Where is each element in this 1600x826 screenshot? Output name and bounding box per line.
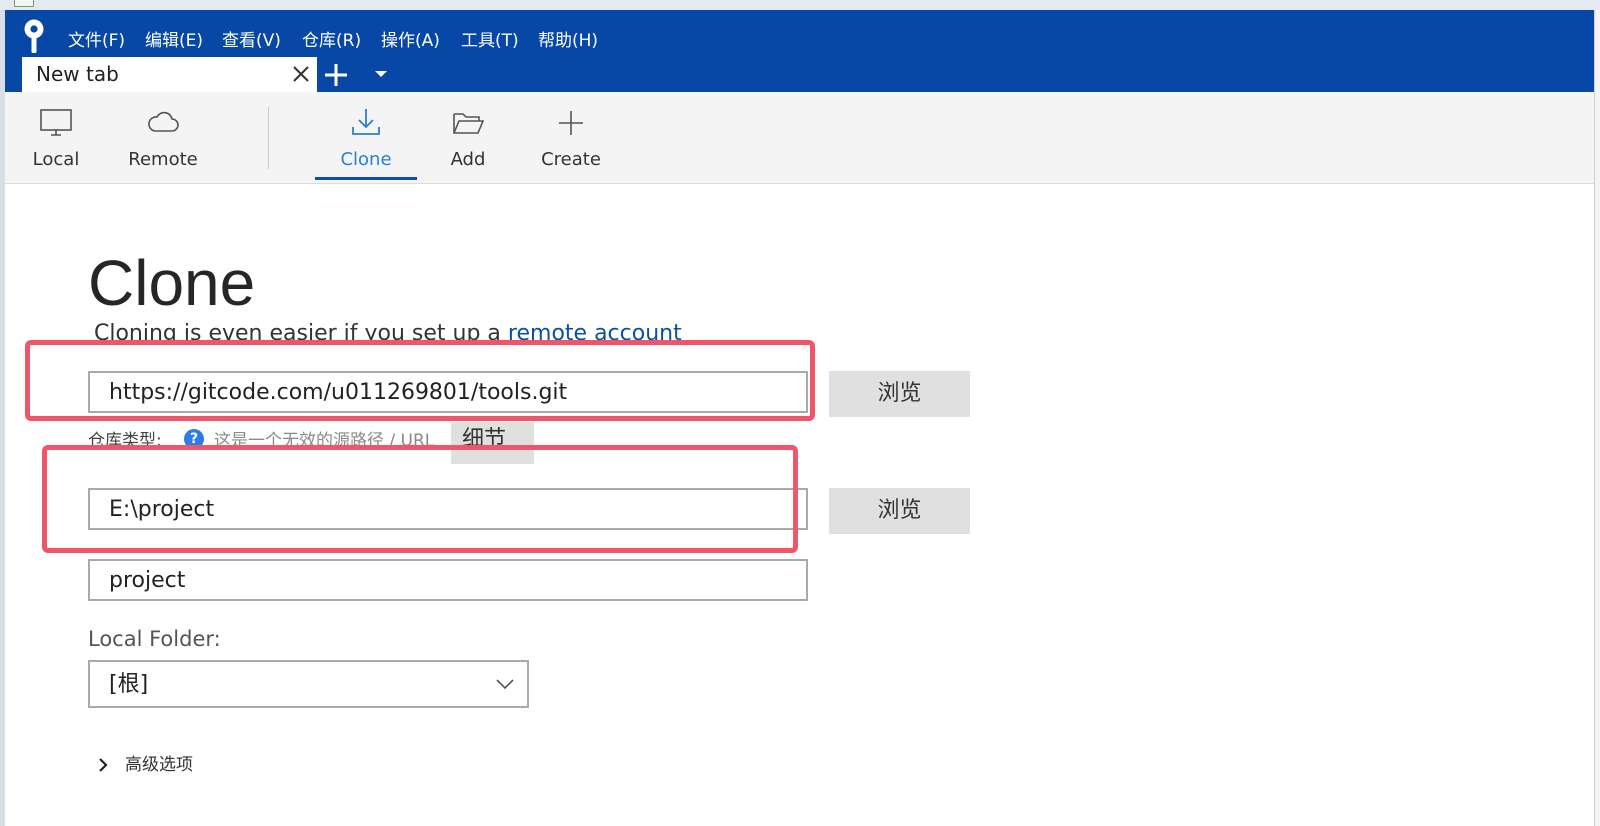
titlebar: 文件(F) 编辑(E) 查看(V) 仓库(R) 操作(A) 工具(T) 帮助(H… [5,10,1594,92]
local-folder-select[interactable]: [根] [88,660,529,708]
window-icon [14,0,34,7]
menu-tools[interactable]: 工具(T) [461,29,519,53]
download-tray-icon [352,109,380,135]
sourcetree-logo-icon [24,19,44,53]
annotation-highlight-source [25,340,815,421]
plus-icon [559,111,583,135]
local-folder-label: Local Folder: [88,627,221,651]
toolbar-separator [268,107,269,169]
hint-text: Cloning is even easier if you set up a [94,321,508,341]
remote-account-link[interactable]: remote account [508,321,682,341]
toolbar: Local Remote Clone Add Create [5,92,1594,184]
plus-icon[interactable] [323,62,349,88]
menu-repository[interactable]: 仓库(R) [302,29,361,53]
toolbar-clone-label: Clone [340,149,392,170]
tab-label: New tab [36,62,119,86]
active-tab-indicator [315,177,417,180]
window-top-strip [0,0,1600,10]
toolbar-local-label: Local [32,149,80,170]
chevron-right-icon [99,758,108,772]
toolbar-create-label: Create [541,149,601,170]
monitor-icon [40,109,72,136]
chevron-down-icon [496,679,514,690]
toolbar-remote-button[interactable]: Remote [115,92,211,182]
menu-file[interactable]: 文件(F) [68,29,125,53]
toolbar-add-label: Add [450,149,486,170]
window-right-edge [1594,10,1600,826]
menu-view[interactable]: 查看(V) [222,29,281,53]
browse-destination-button[interactable]: 浏览 [829,488,970,534]
toolbar-local-button[interactable]: Local [15,92,97,182]
menu-help[interactable]: 帮助(H) [538,29,598,53]
cloud-icon [148,111,179,132]
toolbar-remote-label: Remote [128,149,198,170]
toolbar-clone-button[interactable]: Clone [315,92,417,182]
page-title: Clone [88,247,256,319]
chevron-down-icon[interactable] [373,68,389,80]
menu-edit[interactable]: 编辑(E) [145,29,203,53]
toolbar-create-button[interactable]: Create [524,92,618,182]
annotation-highlight-destination [42,445,798,553]
name-value: project [109,568,186,593]
name-input[interactable]: project [88,559,808,601]
remote-account-hint: Cloning is even easier if you set up a r… [94,320,682,341]
close-icon[interactable] [290,63,312,85]
tab-new-tab[interactable]: New tab [22,57,317,92]
folder-open-icon [453,113,485,134]
toolbar-add-button[interactable]: Add [427,92,509,182]
local-folder-value: [根] [109,672,149,697]
advanced-options-label: 高级选项 [125,755,193,775]
menu-actions[interactable]: 操作(A) [381,29,440,53]
browse-source-button[interactable]: 浏览 [829,371,970,417]
